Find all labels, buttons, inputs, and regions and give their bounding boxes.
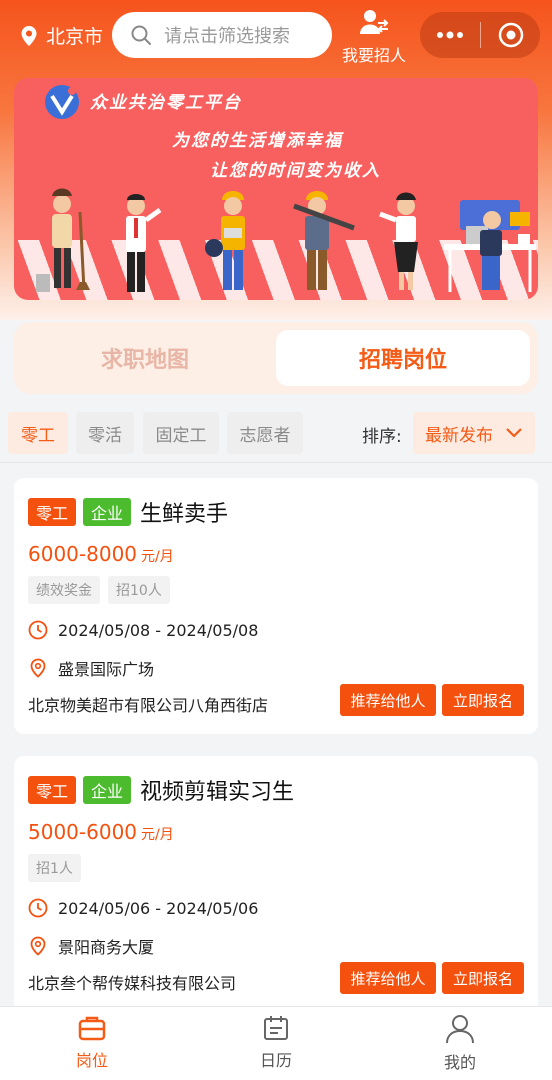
sort-dropdown[interactable]: 最新发布	[413, 412, 535, 454]
clock-icon	[28, 620, 48, 640]
search-icon	[131, 25, 151, 45]
filter-bar: 零工 零活 固定工 志愿者 排序: 最新发布	[0, 410, 552, 458]
job-date-range: 2024/05/08 - 2024/05/08	[58, 620, 259, 640]
job-location-row: 盛景国际广场	[28, 656, 154, 680]
location-pin-icon	[21, 25, 37, 46]
close-miniapp-button[interactable]	[481, 22, 540, 48]
perk-list: 招1人	[28, 854, 89, 882]
job-card[interactable]: 零工 企业 生鲜卖手 6000-8000 元/月 绩效奖金 招10人 2024/0…	[14, 478, 538, 734]
job-date-row: 2024/05/06 - 2024/05/06	[28, 898, 258, 918]
filter-chip-fixed[interactable]: 固定工	[143, 412, 219, 454]
apply-button[interactable]: 立即报名	[442, 962, 524, 994]
salary-range: 5000-6000	[28, 820, 138, 844]
location-pin-icon	[30, 658, 46, 678]
more-dots-icon	[437, 31, 463, 39]
city-label: 北京市	[46, 26, 104, 48]
job-type-tag: 零工	[28, 498, 77, 526]
perk-badge: 绩效奖金	[28, 576, 100, 604]
job-date-row: 2024/05/08 - 2024/05/08	[28, 620, 258, 640]
perk-list: 绩效奖金 招10人	[28, 576, 178, 604]
miniapp-capsule	[420, 12, 540, 58]
salary-unit: 元/月	[141, 827, 174, 843]
search-input[interactable]: 请点击筛选搜索	[112, 12, 332, 58]
clock-icon	[28, 898, 48, 918]
job-type-tag: 零工	[28, 776, 77, 804]
search-placeholder: 请点击筛选搜索	[164, 26, 290, 47]
filter-chip-gig[interactable]: 零工	[8, 412, 68, 454]
job-date-range: 2024/05/06 - 2024/05/06	[58, 898, 259, 918]
job-title: 视频剪辑实习生	[140, 780, 295, 805]
salary-range: 6000-8000	[28, 542, 138, 566]
nav-label: 岗位	[75, 1051, 108, 1070]
recommend-button[interactable]: 推荐给他人	[340, 684, 436, 716]
salary: 6000-8000 元/月	[28, 542, 174, 566]
more-button[interactable]	[420, 31, 480, 39]
target-circle-icon	[498, 22, 523, 48]
promo-banner[interactable]: 众业共治零工平台 为您的生活增添幸福 让您的时间变为收入	[14, 78, 538, 300]
nav-label: 我的	[443, 1053, 476, 1072]
calendar-icon	[264, 1016, 288, 1040]
user-icon	[446, 1015, 474, 1044]
perk-badge: 招10人	[108, 576, 170, 604]
org-type-tag: 企业	[83, 498, 132, 526]
job-card-header: 零工 企业 生鲜卖手	[28, 496, 228, 528]
tab-recruitment-positions[interactable]: 招聘岗位	[276, 330, 530, 386]
company-name: 北京物美超市有限公司八角西街店	[28, 696, 269, 715]
briefcase-icon	[78, 1016, 106, 1041]
perk-badge: 招1人	[28, 854, 81, 882]
salary: 5000-6000 元/月	[28, 820, 174, 844]
job-location-row: 景阳商务大厦	[28, 934, 154, 958]
job-card[interactable]: 零工 企业 视频剪辑实习生 5000-6000 元/月 招1人 2024/05/0…	[14, 756, 538, 1012]
location-pin-icon	[30, 936, 46, 956]
org-type-tag: 企业	[83, 776, 132, 804]
nav-label: 日历	[259, 1051, 292, 1070]
tab-job-map[interactable]: 求职地图	[14, 322, 276, 394]
sort-label: 排序:	[362, 427, 402, 447]
location-selector[interactable]: 北京市	[20, 22, 103, 49]
filter-chip-volunteer[interactable]: 志愿者	[227, 412, 303, 454]
filter-chip-odd-job[interactable]: 零活	[76, 412, 134, 454]
filter-divider	[0, 462, 552, 463]
salary-unit: 元/月	[141, 549, 174, 565]
recruit-label: 我要招人	[341, 46, 406, 65]
apply-button[interactable]: 立即报名	[442, 684, 524, 716]
workers-illustration	[36, 188, 536, 292]
job-location: 盛景国际广场	[58, 660, 155, 679]
nav-item-mine[interactable]: 我的	[400, 1007, 520, 1080]
nav-item-calendar[interactable]: 日历	[216, 1007, 336, 1080]
chevron-down-icon	[506, 428, 522, 438]
sort-value: 最新发布	[425, 425, 493, 446]
top-bar: 北京市 请点击筛选搜索 我要招人	[0, 0, 552, 78]
bottom-tab-bar: 岗位 日历 我的	[0, 1006, 552, 1080]
job-title: 生鲜卖手	[140, 502, 229, 527]
recruit-user-icon	[360, 10, 389, 34]
recommend-button[interactable]: 推荐给他人	[340, 962, 436, 994]
company-name: 北京叁个帮传媒科技有限公司	[28, 974, 237, 993]
recruit-button[interactable]: 我要招人	[340, 8, 408, 66]
nav-item-positions[interactable]: 岗位	[32, 1007, 152, 1080]
job-card-header: 零工 企业 视频剪辑实习生	[28, 774, 294, 806]
mode-switch: 求职地图 招聘岗位	[14, 322, 538, 394]
job-location: 景阳商务大厦	[58, 938, 155, 957]
